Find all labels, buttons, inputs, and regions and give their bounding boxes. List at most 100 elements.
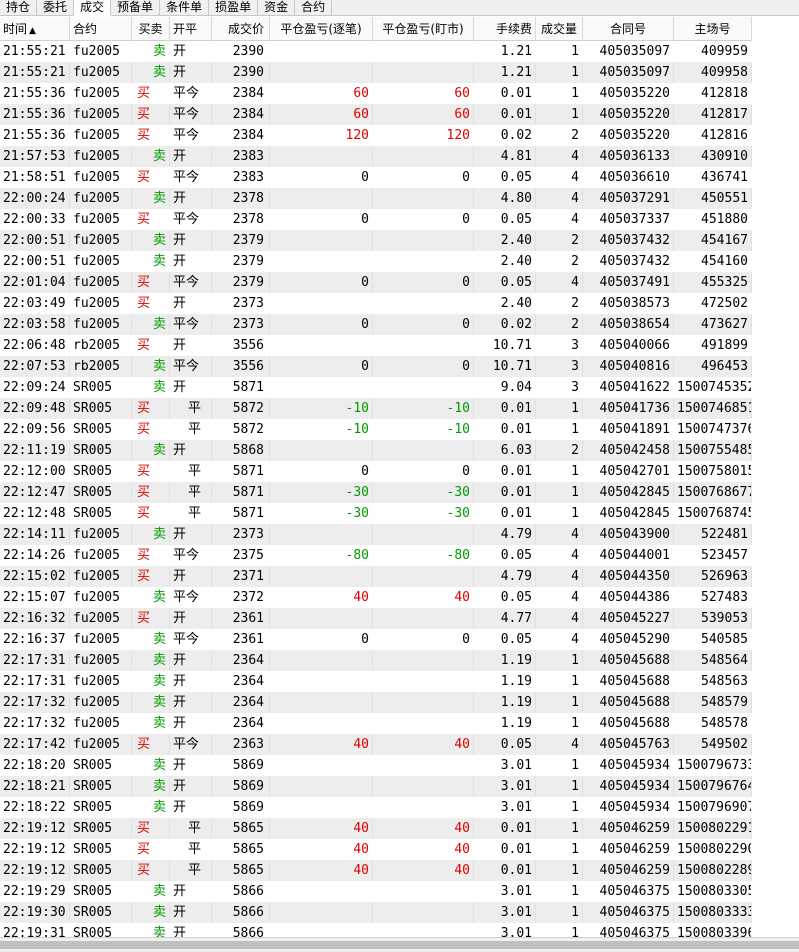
- table-row[interactable]: 21:55:21 fu2005 卖开 2390 1.21 1 405035097 409959: [0, 41, 752, 62]
- cell-oc: 平今: [170, 125, 212, 146]
- cell-pnl_trade: 120: [270, 125, 373, 146]
- tab-5[interactable]: 损盈单: [209, 0, 259, 16]
- table-row[interactable]: 22:00:24 fu2005 卖开 2378 4.80 4 405037291 450551: [0, 188, 752, 209]
- table-row[interactable]: 22:00:51 fu2005 卖开 2379 2.40 2 405037432 454160: [0, 251, 752, 272]
- table-row[interactable]: 22:00:33 fu2005 买平今 2378 0 0 0.05 4 405037337 451…: [0, 209, 752, 230]
- table-row[interactable]: 21:55:36 fu2005 买平今 2384 60 60 0.01 1 405035220 4…: [0, 83, 752, 104]
- table-row[interactable]: 22:01:04 fu2005 买平今 2379 0 0 0.05 4 405037491 455…: [0, 272, 752, 293]
- column-header-fee[interactable]: 手续费: [474, 17, 536, 41]
- table-row[interactable]: 22:12:00 SR005 买平 5871 0 0 0.01 1 405042701 15007…: [0, 461, 752, 482]
- cell-time: 22:19:30: [0, 902, 70, 923]
- table-row[interactable]: 22:17:32 fu2005 卖开 2364 1.19 1 405045688 548578: [0, 713, 752, 734]
- sort-ascending-icon: ▲: [29, 26, 36, 36]
- cell-pnl_mark: [373, 440, 474, 461]
- tab-7[interactable]: 合约: [295, 0, 333, 16]
- table-row[interactable]: 22:09:48 SR005 买平 5872 -10 -10 0.01 1 405041736 1…: [0, 398, 752, 419]
- column-header-qty[interactable]: 成交量: [536, 17, 583, 41]
- table-row[interactable]: 22:12:47 SR005 买平 5871 -30 -30 0.01 1 405042845 1…: [0, 482, 752, 503]
- cell-fee: 0.01: [474, 482, 536, 503]
- cell-pnl_mark: 0: [373, 167, 474, 188]
- table-row[interactable]: 22:19:30 SR005 卖开 5866 3.01 1 405046375 1500803…: [0, 902, 752, 923]
- table-row[interactable]: 21:55:36 fu2005 买平今 2384 120 120 0.02 2 40503522…: [0, 125, 752, 146]
- cell-exch_no: 409959: [674, 41, 752, 62]
- table-row[interactable]: 22:11:19 SR005 卖开 5868 6.03 2 405042458 1500755…: [0, 440, 752, 461]
- cell-symbol: fu2005: [70, 41, 132, 62]
- column-header-label: 成交价: [227, 22, 264, 36]
- trade-table-body[interactable]: 21:55:21 fu2005 卖开 2390 1.21 1 405035097 409959…: [0, 41, 752, 937]
- table-row[interactable]: 22:18:20 SR005 卖开 5869 3.01 1 405045934 1500796…: [0, 755, 752, 776]
- cell-price: 5869: [212, 797, 270, 818]
- column-header-label: 成交量: [540, 22, 577, 36]
- column-header-price[interactable]: 成交价: [212, 17, 270, 41]
- cell-price: 2364: [212, 671, 270, 692]
- cell-dir: 买: [132, 398, 170, 419]
- cell-symbol: SR005: [70, 755, 132, 776]
- cell-contract_no: 405046375: [583, 923, 674, 937]
- scrollbar-thumb[interactable]: [0, 941, 799, 949]
- column-header-dir[interactable]: 买卖: [132, 17, 170, 41]
- table-row[interactable]: 22:17:42 fu2005 买平今 2363 40 40 0.05 4 405045763 5…: [0, 734, 752, 755]
- column-header-contract_no[interactable]: 合同号: [583, 17, 674, 41]
- table-row[interactable]: 22:12:48 SR005 买平 5871 -30 -30 0.01 1 405042845 1…: [0, 503, 752, 524]
- tab-6[interactable]: 资金: [258, 0, 296, 16]
- cell-time: 22:09:48: [0, 398, 70, 419]
- table-row[interactable]: 22:17:31 fu2005 卖开 2364 1.19 1 405045688 548563: [0, 671, 752, 692]
- cell-price: 2390: [212, 41, 270, 62]
- table-row[interactable]: 22:16:32 fu2005 买 开 2361 4.77 4 405045227 539053: [0, 608, 752, 629]
- cell-symbol: SR005: [70, 776, 132, 797]
- table-row[interactable]: 22:15:02 fu2005 买 开 2371 4.79 4 405044350 526963: [0, 566, 752, 587]
- table-row[interactable]: 22:09:24 SR005 卖开 5871 9.04 3 405041622 1500745…: [0, 377, 752, 398]
- cell-qty: 1: [536, 41, 583, 62]
- table-row[interactable]: 22:17:31 fu2005 卖开 2364 1.19 1 405045688 548564: [0, 650, 752, 671]
- cell-pnl_mark: [373, 524, 474, 545]
- column-header-oc[interactable]: 开平: [170, 17, 212, 41]
- cell-exch_no: 1500803305: [674, 881, 752, 902]
- tab-2[interactable]: 成交: [74, 0, 112, 16]
- cell-oc: 平: [170, 482, 212, 503]
- cell-pnl_trade: [270, 671, 373, 692]
- column-header-pnl_mark[interactable]: 平仓盈亏(盯市): [373, 17, 474, 41]
- horizontal-scrollbar[interactable]: [0, 937, 799, 952]
- table-row[interactable]: 22:19:12 SR005 买平 5865 40 40 0.01 1 405046259 150…: [0, 839, 752, 860]
- table-row[interactable]: 22:19:12 SR005 买平 5865 40 40 0.01 1 405046259 150…: [0, 818, 752, 839]
- table-row[interactable]: 22:03:49 fu2005 买 开 2373 2.40 2 405038573 472502: [0, 293, 752, 314]
- table-row[interactable]: 22:19:29 SR005 卖开 5866 3.01 1 405046375 1500803…: [0, 881, 752, 902]
- column-header-exch_no[interactable]: 主场号: [674, 17, 752, 41]
- table-row[interactable]: 22:00:51 fu2005 卖开 2379 2.40 2 405037432 454167: [0, 230, 752, 251]
- buy-label: 买: [137, 863, 151, 878]
- table-row[interactable]: 22:09:56 SR005 买平 5872 -10 -10 0.01 1 405041891 1…: [0, 419, 752, 440]
- table-row[interactable]: 22:14:26 fu2005 买平今 2375 -80 -80 0.05 4 40504400…: [0, 545, 752, 566]
- table-row[interactable]: 22:17:32 fu2005 卖开 2364 1.19 1 405045688 548579: [0, 692, 752, 713]
- tab-3[interactable]: 预备单: [111, 0, 161, 16]
- table-row[interactable]: 22:19:31 SR005 卖开 5866 3.01 1 405046375 1500803…: [0, 923, 752, 937]
- table-row[interactable]: 21:58:51 fu2005 买平今 2383 0 0 0.05 4 405036610 436…: [0, 167, 752, 188]
- table-row[interactable]: 21:57:53 fu2005 卖开 2383 4.81 4 405036133 430910: [0, 146, 752, 167]
- cell-time: 22:14:26: [0, 545, 70, 566]
- column-header-symbol[interactable]: 合约: [70, 17, 132, 41]
- table-row[interactable]: 22:07:53 rb2005 卖平今 3556 0 0 10.71 3 405040816 49…: [0, 356, 752, 377]
- cell-oc: 开: [170, 440, 212, 461]
- tab-1[interactable]: 委托: [37, 0, 75, 16]
- cell-oc: 平: [170, 860, 212, 881]
- table-row[interactable]: 22:06:48 rb2005 买 开 3556 10.71 3 405040066 49189…: [0, 335, 752, 356]
- column-header-pnl_trade[interactable]: 平仓盈亏(逐笔): [270, 17, 373, 41]
- cell-price: 2384: [212, 104, 270, 125]
- table-row[interactable]: 21:55:21 fu2005 卖开 2390 1.21 1 405035097 409958: [0, 62, 752, 83]
- column-header-time[interactable]: 时间 ▲: [0, 17, 70, 41]
- tab-0[interactable]: 持仓: [0, 0, 38, 16]
- cell-symbol: fu2005: [70, 125, 132, 146]
- table-row[interactable]: 22:16:37 fu2005 卖平今 2361 0 0 0.05 4 405045290 540…: [0, 629, 752, 650]
- table-row[interactable]: 21:55:36 fu2005 买平今 2384 60 60 0.01 1 405035220 4…: [0, 104, 752, 125]
- tab-4[interactable]: 条件单: [160, 0, 210, 16]
- table-row[interactable]: 22:18:22 SR005 卖开 5869 3.01 1 405045934 1500796…: [0, 797, 752, 818]
- cell-qty: 1: [536, 839, 583, 860]
- cell-qty: 2: [536, 440, 583, 461]
- cell-qty: 1: [536, 713, 583, 734]
- table-row[interactable]: 22:14:11 fu2005 卖开 2373 4.79 4 405043900 522481: [0, 524, 752, 545]
- table-row[interactable]: 22:15:07 fu2005 卖平今 2372 40 40 0.05 4 405044386 5…: [0, 587, 752, 608]
- cell-time: 21:55:21: [0, 62, 70, 83]
- cell-fee: 6.03: [474, 440, 536, 461]
- table-row[interactable]: 22:18:21 SR005 卖开 5869 3.01 1 405045934 1500796…: [0, 776, 752, 797]
- table-row[interactable]: 22:03:58 fu2005 卖平今 2373 0 0 0.02 2 405038654 473…: [0, 314, 752, 335]
- table-row[interactable]: 22:19:12 SR005 买平 5865 40 40 0.01 1 405046259 150…: [0, 860, 752, 881]
